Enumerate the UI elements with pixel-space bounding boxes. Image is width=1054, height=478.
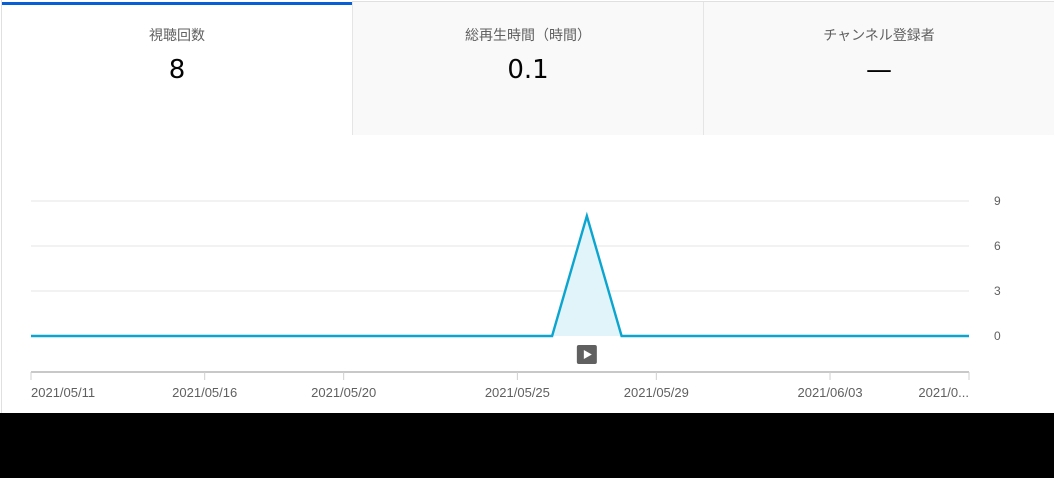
series-area [31, 216, 969, 336]
x-tick-label: 2021/05/20 [311, 385, 376, 400]
x-tick-label: 2021/0... [918, 385, 969, 400]
y-tick-label: 9 [994, 194, 1001, 208]
views-chart: 9 6 3 0 2021/05/11 2021/05/16 2021/05/20 2021/0… [30, 194, 1001, 400]
y-tick-label: 0 [994, 329, 1001, 343]
y-tick-label: 3 [994, 284, 1001, 298]
x-tick-label: 2021/05/25 [485, 385, 550, 400]
x-tick-label: 2021/05/29 [624, 385, 689, 400]
grid-layer [31, 200, 969, 292]
x-tick-label: 2021/05/11 [31, 385, 95, 400]
y-tick-label: 6 [994, 239, 1001, 253]
x-tick-label: 2021/06/03 [797, 385, 862, 400]
marker-layer [576, 345, 597, 364]
x-tick-label: 2021/05/16 [172, 385, 237, 400]
play-icon[interactable] [576, 345, 597, 364]
analytics-panel: 視聴回数 8 総再生時間（時間） 0.1 チャンネル登録者 — 9 6 3 0 2021… [0, 0, 1054, 413]
series-layer [31, 211, 969, 338]
series-line [31, 211, 969, 338]
axis-layer: 9 6 3 0 2021/05/11 2021/05/16 2021/05/20 2021/0… [30, 194, 1001, 400]
